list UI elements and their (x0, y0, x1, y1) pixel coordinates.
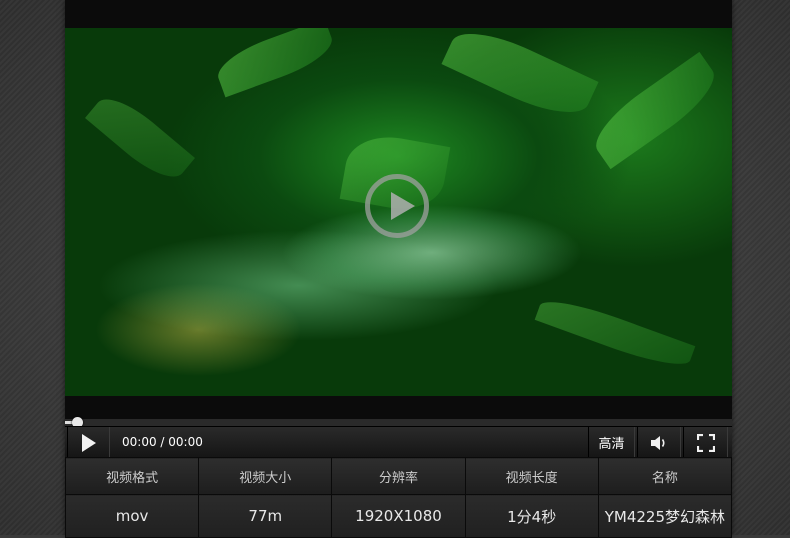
volume-button[interactable] (637, 427, 681, 458)
header-resolution: 分辨率 (331, 457, 466, 495)
header-format: 视频格式 (64, 457, 200, 495)
video-player: 00:00 / 00:00 高清 视频格式 视频大小 分辨率 视频长度 名称 m… (64, 0, 733, 538)
info-value-row: mov 77m 1920X1080 1分4秒 YM4225梦幻森林 (64, 494, 733, 538)
header-duration: 视频长度 (464, 457, 599, 495)
info-header-row: 视频格式 视频大小 分辨率 视频长度 名称 (64, 457, 733, 495)
value-resolution: 1920X1080 (331, 494, 466, 538)
play-icon (81, 433, 96, 452)
value-size: 77m (198, 494, 333, 538)
foliage-decoration (211, 28, 339, 98)
progress-bar[interactable] (65, 417, 732, 428)
play-button[interactable] (67, 427, 110, 458)
video-frame[interactable] (65, 28, 732, 396)
video-info-table: 视频格式 视频大小 分辨率 视频长度 名称 mov 77m 1920X1080 … (64, 457, 733, 538)
header-size: 视频大小 (198, 457, 333, 495)
foliage-decoration (584, 51, 726, 170)
header-name: 名称 (597, 457, 733, 495)
foliage-decoration (441, 28, 599, 128)
play-circle-icon[interactable] (365, 174, 429, 238)
fullscreen-button[interactable] (683, 427, 728, 458)
foliage-decoration (85, 87, 195, 189)
value-duration: 1分4秒 (464, 494, 599, 538)
speaker-icon (651, 435, 665, 450)
quality-button[interactable]: 高清 (588, 427, 635, 458)
time-display: 00:00 / 00:00 (122, 435, 203, 449)
control-bar: 00:00 / 00:00 高清 (65, 426, 732, 458)
value-format: mov (64, 494, 200, 538)
value-name: YM4225梦幻森林 (597, 494, 733, 538)
fullscreen-icon (696, 433, 715, 452)
foliage-decoration (534, 291, 696, 375)
